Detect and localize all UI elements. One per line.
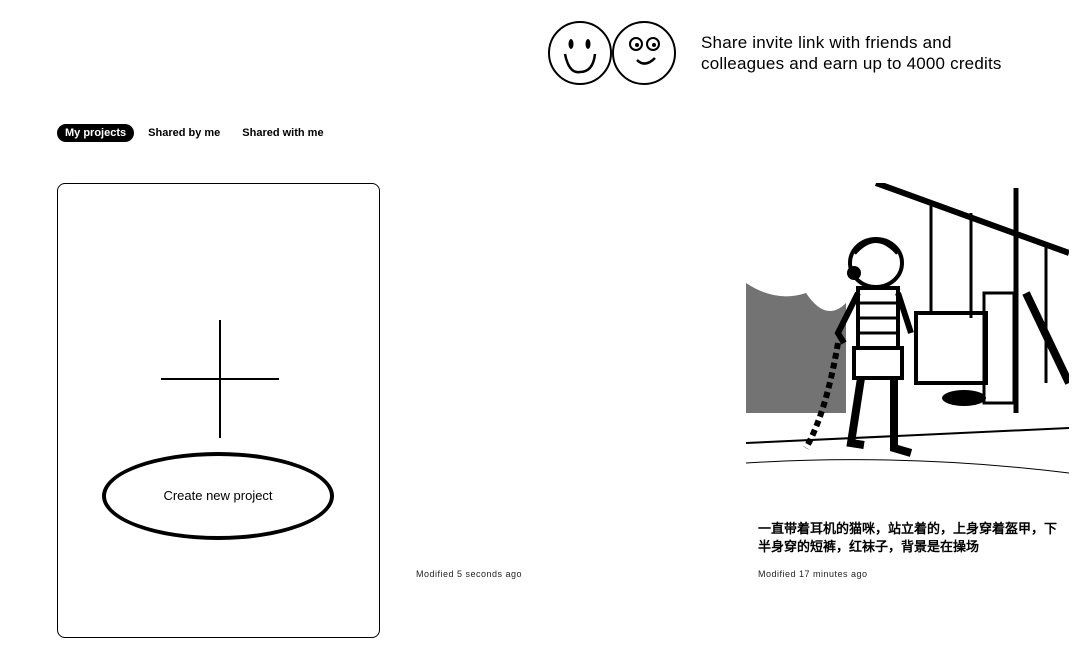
winking-face-icon [612,21,676,85]
project-card[interactable]: Modified 5 seconds ago [412,183,732,593]
create-new-project-label: Create new project [163,488,273,503]
smiley-face-icon [548,21,612,85]
invite-text-line1: Share invite link with friends and [701,33,952,52]
project-modified-time: Modified 5 seconds ago [416,569,523,579]
invite-text: Share invite link with friends and colle… [701,32,1061,74]
project-thumbnail[interactable] [746,183,1069,505]
project-card[interactable]: 一直带着耳机的猫咪，站立着的，上身穿着盔甲，下半身穿的短裤，红袜子，背景是在操场… [746,183,1069,593]
invite-text-line2: colleagues and earn up to 4000 credits [701,54,1002,73]
project-tabs: My projects Shared by me Shared with me [57,122,338,144]
project-modified-time: Modified 17 minutes ago [758,569,868,579]
project-caption: 一直带着耳机的猫咪，站立着的，上身穿着盔甲，下半身穿的短裤，红袜子，背景是在操场 [758,522,1058,555]
tab-shared-with-me[interactable]: Shared with me [234,124,331,142]
create-project-card[interactable]: Create new project [57,183,380,638]
create-new-project-button[interactable]: Create new project [102,452,334,540]
tab-my-projects[interactable]: My projects [57,124,135,142]
invite-faces [545,18,685,90]
plus-icon [161,320,279,438]
invite-banner[interactable]: Share invite link with friends and colle… [545,18,1065,90]
tab-shared-by-me[interactable]: Shared by me [140,124,228,142]
